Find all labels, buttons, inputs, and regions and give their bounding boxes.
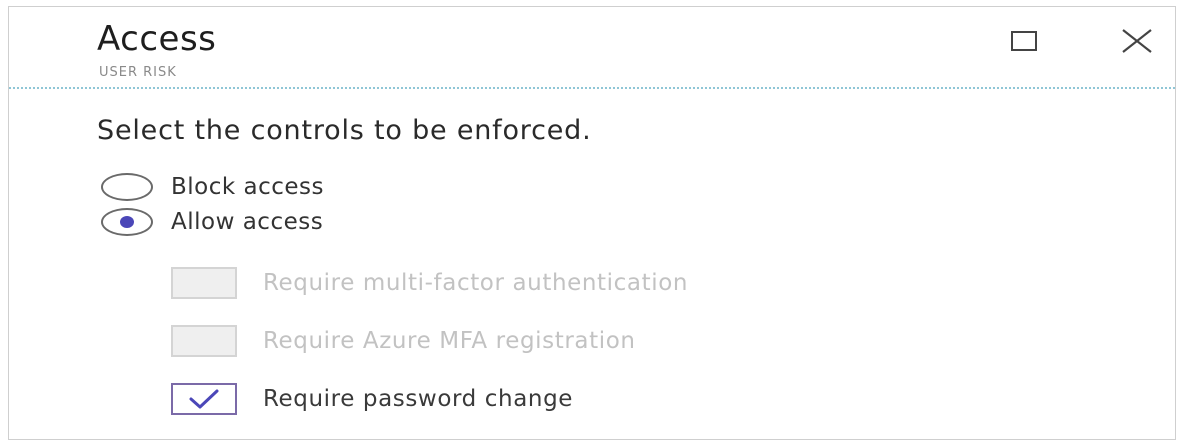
radio-block-access[interactable]: Block access xyxy=(101,171,324,203)
checkbox-password-change[interactable] xyxy=(171,383,237,415)
instruction-text: Select the controls to be enforced. xyxy=(97,115,592,146)
radio-button-selected[interactable] xyxy=(101,208,153,236)
checkbox-row-azure-mfa: Require Azure MFA registration xyxy=(171,321,636,361)
blade-header: Access USER RISK xyxy=(9,7,1175,89)
maximize-button[interactable] xyxy=(1004,21,1044,61)
blade-subtitle: USER RISK xyxy=(99,65,177,80)
close-button[interactable] xyxy=(1117,21,1157,61)
radio-selected-dot xyxy=(120,216,134,228)
blade-title: Access xyxy=(97,19,217,59)
radio-label-allow-access: Allow access xyxy=(171,209,324,235)
checkbox-azure-mfa xyxy=(171,325,237,357)
radio-allow-access[interactable]: Allow access xyxy=(101,206,323,238)
checkbox-label-password-change: Require password change xyxy=(263,386,574,412)
maximize-icon xyxy=(1011,31,1037,51)
checkbox-row-mfa: Require multi-factor authentication xyxy=(171,263,688,303)
checkbox-label-mfa: Require multi-factor authentication xyxy=(263,270,689,296)
radio-label-block-access: Block access xyxy=(171,174,325,200)
access-blade: Access USER RISK Select the controls to … xyxy=(8,6,1176,440)
close-icon xyxy=(1122,29,1152,53)
checkmark-icon xyxy=(189,389,219,409)
checkbox-label-azure-mfa: Require Azure MFA registration xyxy=(263,328,636,354)
checkbox-row-password-change[interactable]: Require password change xyxy=(171,379,573,419)
radio-button-unselected[interactable] xyxy=(101,173,153,201)
checkbox-mfa xyxy=(171,267,237,299)
